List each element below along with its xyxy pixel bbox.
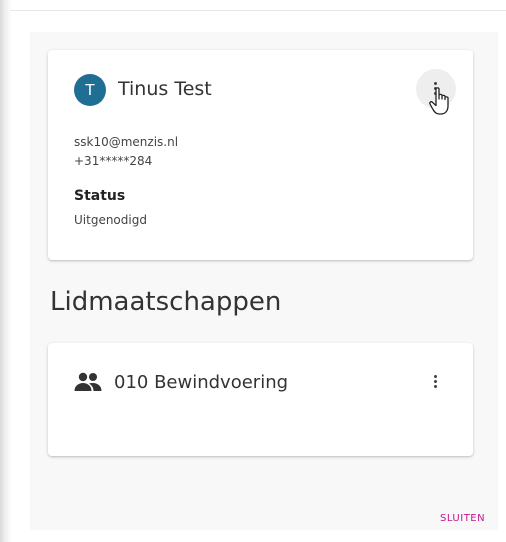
membership-name: 010 Bewindvoering xyxy=(114,372,289,393)
avatar: T xyxy=(74,74,106,106)
dialog-top-divider xyxy=(10,10,506,11)
status-label: Status xyxy=(74,188,126,204)
dialog-edge-shadow xyxy=(0,0,12,542)
user-name: Tinus Test xyxy=(118,78,212,100)
membership-menu-button[interactable] xyxy=(434,375,438,390)
group-icon xyxy=(74,372,102,391)
memberships-title: Lidmaatschappen xyxy=(50,287,282,317)
membership-card xyxy=(48,343,473,456)
status-value: Uitgenodigd xyxy=(74,213,147,227)
user-phone: +31*****284 xyxy=(74,154,153,168)
hand-pointer-cursor-icon xyxy=(429,87,449,115)
user-email: ssk10@menzis.nl xyxy=(74,135,179,149)
dialog: T Tinus Test ssk10@menzis.nl +31*****284… xyxy=(0,0,506,542)
close-button[interactable]: SLUITEN xyxy=(440,513,485,524)
